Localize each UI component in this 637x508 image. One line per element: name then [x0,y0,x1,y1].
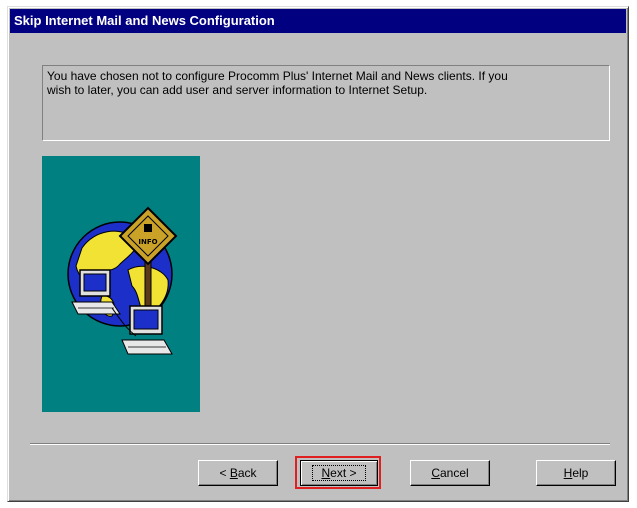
cancel-button-mnemonic: C [431,466,440,480]
next-button-label: ext > [330,466,357,480]
globe-with-computers-icon: INFO [67,206,178,355]
wizard-illustration: INFO [42,156,200,412]
info-sign-label: INFO [138,238,157,246]
message-box: You have chosen not to configure Procomm… [42,65,610,141]
cancel-button-label: ancel [439,466,469,480]
back-button-mnemonic: B [229,466,238,480]
help-button-label: elp [572,466,589,480]
window-title: Skip Internet Mail and News Configuratio… [14,13,275,28]
message-line-2: wish to later, you can add user and serv… [47,83,428,97]
cancel-button[interactable]: Cancel [410,460,490,486]
back-button-label: ack [237,466,257,480]
message-line-1: You have chosen not to configure Procomm… [47,69,508,83]
next-button[interactable]: Next > [300,460,378,486]
next-button-mnemonic: N [321,466,331,480]
back-button-arrow: < [219,466,230,480]
wizard-window: Skip Internet Mail and News Configuratio… [7,6,629,502]
help-button[interactable]: Help [536,460,616,486]
back-button[interactable]: < Back [198,460,278,486]
button-separator [30,443,610,445]
title-bar: Skip Internet Mail and News Configuratio… [10,9,626,33]
